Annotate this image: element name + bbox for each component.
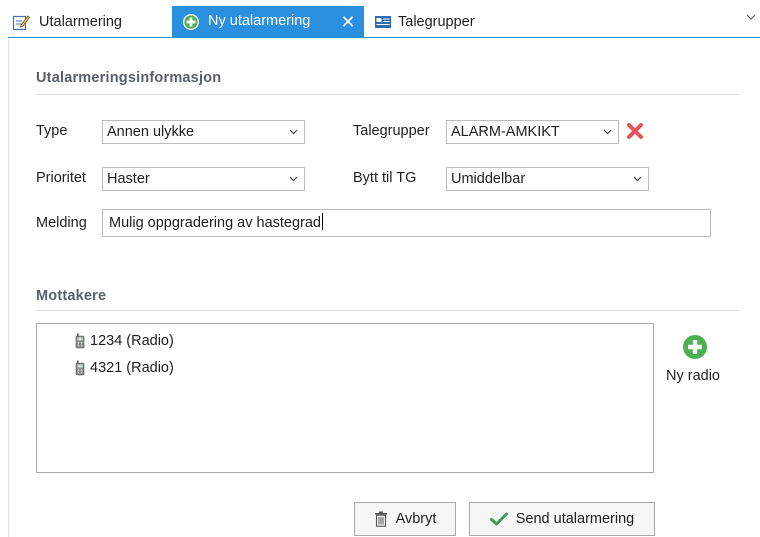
talegrupper-select[interactable]: ALARM-AMKIKT [446,120,619,144]
tab-ny-utalarmering[interactable]: Ny utalarmering ✕ [172,6,364,38]
bytt-til-tg-label: Bytt til TG [353,170,417,186]
list-item[interactable]: 1234 (Radio) [74,331,174,351]
tab-utalarmering[interactable]: Utalarmering [12,7,122,37]
trash-icon [374,511,387,527]
tab-label: Talegrupper [398,14,475,30]
add-circle-icon [682,334,708,360]
card-icon [374,13,392,31]
list-item-label: 4321 (Radio) [90,360,174,376]
edit-form-icon [12,13,31,31]
cancel-button[interactable]: Avbryt [354,502,456,536]
chevron-down-icon [289,176,298,182]
type-value: Annen ulykke [107,124,195,140]
panel-border [8,38,9,537]
text-caret [322,213,323,230]
section-title-recipients: Mottakere [36,288,107,304]
add-circle-icon [182,13,200,31]
list-item[interactable]: 4321 (Radio) [74,358,174,378]
tab-label: Utalarmering [39,14,122,30]
bytt-til-tg-value: Umiddelbar [451,171,526,187]
tab-underline [8,37,760,38]
melding-input[interactable]: Mulig oppgradering av hastegrad [102,209,711,237]
divider [36,310,739,311]
melding-label: Melding [36,215,87,231]
section-title-info: Utalarmeringsinformasjon [36,70,222,86]
add-radio-button[interactable]: Ny radio [660,332,736,386]
close-icon[interactable]: ✕ [338,12,358,32]
send-button[interactable]: Send utalarmering [469,502,655,536]
chevron-down-icon [633,176,642,182]
divider [36,94,739,95]
cancel-button-label: Avbryt [395,511,437,527]
talegrupper-label: Talegrupper [353,123,430,139]
chevron-down-icon [603,129,612,135]
bytt-til-tg-select[interactable]: Umiddelbar [446,167,649,191]
melding-value: Mulig oppgradering av hastegrad [109,215,321,231]
add-radio-label: Ny radio [666,368,720,384]
tab-label: Ny utalarmering [208,13,311,29]
tab-bar: Utalarmering Ny utalarmering ✕ Talegrupp… [0,0,760,38]
tab-talegrupper[interactable]: Talegrupper [374,7,475,37]
remove-icon[interactable] [626,122,644,140]
list-item-label: 1234 (Radio) [90,333,174,349]
chevron-down-icon[interactable] [744,10,758,24]
prioritet-label: Prioritet [36,170,86,186]
checkmark-icon [489,512,508,526]
prioritet-select[interactable]: Haster [102,167,305,191]
radio-device-icon [75,333,85,349]
radio-device-icon [75,360,85,376]
prioritet-value: Haster [107,171,150,187]
chevron-down-icon [289,129,298,135]
send-button-label: Send utalarmering [515,511,635,527]
type-select[interactable]: Annen ulykke [102,120,305,144]
talegrupper-value: ALARM-AMKIKT [451,124,560,140]
type-label: Type [36,123,68,139]
